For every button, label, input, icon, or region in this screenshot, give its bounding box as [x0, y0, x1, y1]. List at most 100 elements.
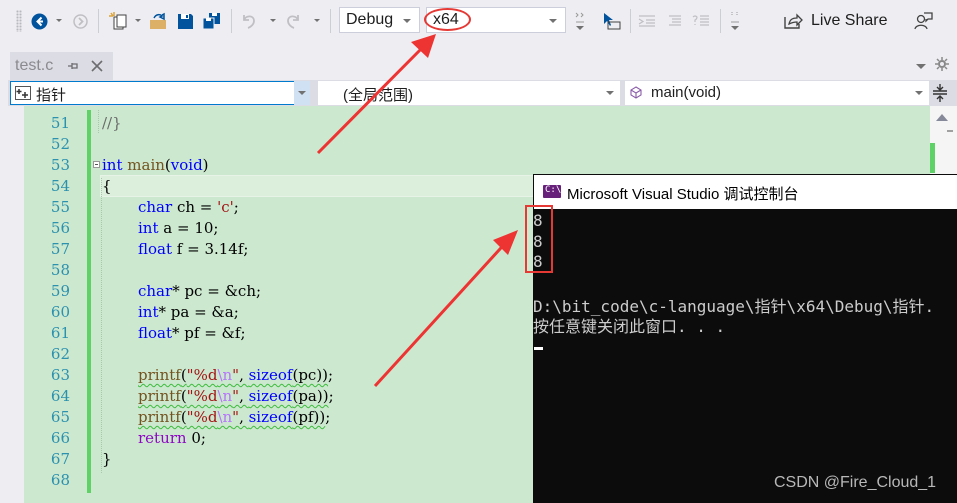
code-line: int a = 10; — [138, 219, 219, 237]
feedback-icon — [914, 12, 933, 30]
undo-button[interactable] — [240, 9, 258, 33]
code-token: sizeof — [248, 387, 293, 405]
split-window-button[interactable] — [932, 83, 948, 108]
code-token: "%d — [186, 366, 218, 384]
toolbar-overflow-button-2[interactable] — [729, 9, 741, 33]
line-number: 59 — [50, 282, 70, 300]
minus-icon — [95, 164, 98, 165]
function-icon — [630, 86, 642, 99]
save-all-button[interactable] — [202, 9, 222, 33]
chevron-down-icon — [915, 91, 923, 95]
console-title: Microsoft Visual Studio 调试控制台 — [567, 186, 799, 203]
code-line: { — [102, 177, 112, 195]
line-number: 67 — [50, 450, 70, 468]
code-token: int — [138, 219, 159, 237]
code-line: char ch = 'c'; — [138, 198, 239, 216]
pin-tab-button[interactable] — [67, 59, 79, 77]
tab-label: test.c — [15, 57, 54, 74]
line-number: 55 — [50, 198, 70, 216]
code-token: " — [232, 387, 240, 405]
collapse-toggle[interactable] — [93, 161, 100, 168]
line-number: 62 — [50, 345, 70, 363]
back-icon — [31, 13, 47, 29]
back-dropdown-arrow[interactable] — [56, 19, 62, 22]
select-cursor-button[interactable] — [602, 9, 622, 33]
separator — [720, 9, 721, 33]
code-token: \n — [217, 408, 233, 426]
new-project-dropdown-arrow[interactable] — [135, 19, 141, 22]
code-token: printf("%d\n", sizeof(pa)) — [138, 387, 329, 405]
comment-button[interactable] — [666, 9, 684, 33]
line-number: 54 — [50, 177, 70, 195]
toolbar: Debug x64 Live Share — [0, 0, 957, 44]
open-file-icon — [150, 12, 166, 29]
chevron-down-icon — [606, 91, 614, 95]
feedback-button[interactable] — [914, 9, 934, 33]
gear-icon — [935, 57, 949, 71]
code-line: printf("%d\n", sizeof(pf)); — [138, 408, 331, 426]
project-icon — [15, 86, 31, 100]
save-button[interactable] — [176, 9, 194, 33]
code-line: printf("%d\n", sizeof(pc)); — [138, 366, 334, 384]
close-icon — [91, 60, 103, 72]
code-token: printf("%d\n", sizeof(pf)) — [138, 408, 326, 426]
undo-icon — [243, 15, 255, 29]
undo-dropdown-arrow[interactable] — [270, 19, 276, 22]
forward-button[interactable] — [72, 9, 88, 33]
separator — [231, 9, 232, 33]
back-button[interactable] — [30, 9, 48, 33]
code-line: //} — [102, 114, 122, 132]
configuration-select[interactable]: Debug — [339, 7, 420, 33]
redo-button[interactable] — [284, 9, 302, 33]
code-token: " — [232, 408, 240, 426]
scope-select[interactable]: (全局范围) — [318, 81, 620, 105]
redo-icon — [287, 15, 299, 29]
project-dropdown-button[interactable] — [294, 81, 310, 105]
code-token: \n — [217, 387, 233, 405]
new-project-button[interactable] — [108, 9, 128, 33]
code-token: printf — [138, 408, 181, 426]
close-tab-button[interactable] — [91, 59, 103, 77]
toolbar-overflow-button[interactable] — [574, 9, 586, 33]
code-token: sizeof — [248, 408, 293, 426]
line-number: 64 — [50, 387, 70, 405]
chevron-down-icon — [549, 19, 557, 23]
debug-console-window[interactable] — [533, 174, 957, 503]
code-token: int — [138, 303, 159, 321]
indent-guide — [98, 110, 99, 133]
member-select[interactable]: main(void) — [625, 81, 929, 105]
tab-list-dropdown[interactable] — [916, 64, 926, 69]
code-line: int* pa = &a; — [138, 303, 239, 321]
code-line: float* pf = &f; — [138, 324, 246, 342]
code-token: 'c' — [217, 198, 234, 216]
indent-guide — [101, 178, 102, 473]
change-marker — [930, 143, 935, 173]
member-value: main(void) — [651, 84, 722, 101]
code-line: char* pc = &ch; — [138, 282, 262, 300]
comment-icon — [669, 15, 681, 26]
code-token: printf — [138, 366, 181, 384]
chevron-down-icon — [298, 91, 306, 95]
save-all-icon — [202, 13, 220, 30]
annotation-box — [525, 205, 553, 273]
line-number: 68 — [50, 471, 70, 489]
cursor-select-icon — [604, 13, 621, 30]
indent-button[interactable] — [638, 9, 656, 33]
live-share-icon — [784, 13, 803, 29]
tab-settings-button[interactable] — [935, 57, 949, 76]
live-share-button[interactable]: Live Share — [783, 9, 893, 33]
open-file-button[interactable] — [148, 9, 168, 33]
project-select[interactable]: 指针 — [10, 81, 310, 105]
uncomment-button[interactable] — [692, 9, 710, 33]
editor-margin — [8, 106, 24, 503]
console-cursor — [534, 347, 543, 350]
scope-value: (全局范围) — [343, 87, 413, 104]
redo-dropdown-arrow[interactable] — [314, 19, 320, 22]
toolbar-grip[interactable] — [16, 10, 22, 32]
separator — [98, 9, 99, 33]
scroll-up-arrow[interactable] — [936, 114, 948, 121]
line-number: 61 — [50, 324, 70, 342]
document-tab-strip — [0, 44, 957, 82]
line-number: 57 — [50, 240, 70, 258]
code-token: " — [232, 366, 240, 384]
